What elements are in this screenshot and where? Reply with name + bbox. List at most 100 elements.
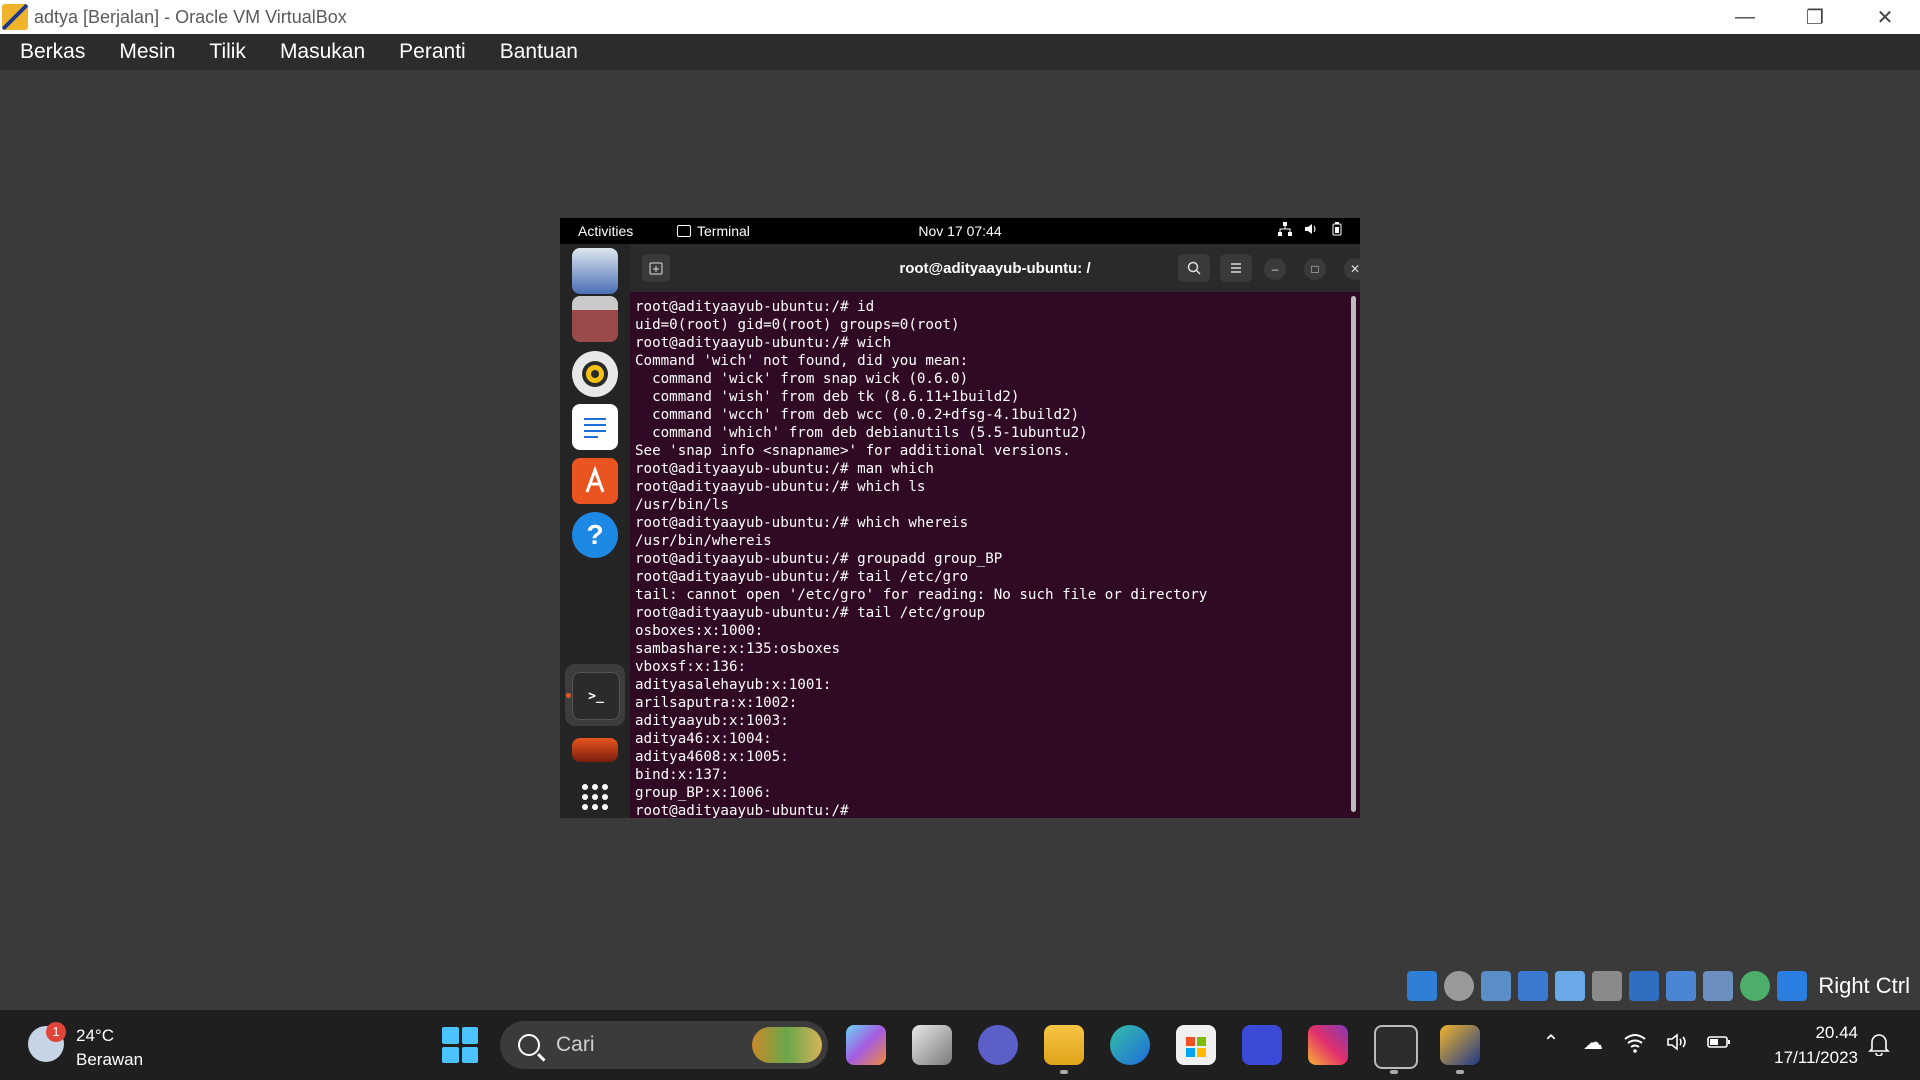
host-key-label: Right Ctrl	[1818, 973, 1910, 998]
menu-peranti[interactable]: Peranti	[385, 40, 480, 64]
show-apps-icon[interactable]	[572, 774, 618, 818]
volume-icon	[1304, 222, 1318, 236]
search-icon	[518, 1034, 540, 1056]
edge-icon[interactable]	[1110, 1025, 1150, 1065]
virtualbox-vm-icon[interactable]	[1440, 1025, 1480, 1065]
hard-disk-icon[interactable]	[1407, 971, 1438, 1001]
optical-drive-icon[interactable]	[1444, 971, 1475, 1001]
gnome-clock[interactable]: Nov 17 07:44	[560, 223, 1360, 239]
minimize-button[interactable]: —	[1710, 0, 1780, 34]
search-highlight-image	[752, 1027, 822, 1063]
terminal-dock-icon[interactable]: >_	[572, 672, 620, 720]
terminal-line: arilsaputra:x:1002:	[635, 695, 798, 711]
terminal-minimize-button[interactable]: –	[1264, 258, 1286, 280]
terminal-line: root@adityaayub-ubuntu:/# which whereis	[635, 515, 969, 531]
terminal-output[interactable]: root@adityaayub-ubuntu:/# id uid=0(root) …	[635, 298, 1207, 818]
taskbar-search[interactable]: Cari	[500, 1021, 828, 1069]
terminal-line: root@adityaayub-ubuntu:/# groupadd group…	[635, 551, 1003, 567]
weather-temperature: 24°C	[76, 1026, 114, 1045]
notification-bell-icon[interactable]	[1868, 1032, 1890, 1057]
menu-mesin[interactable]: Mesin	[105, 40, 189, 64]
terminal-maximize-button[interactable]: □	[1304, 258, 1326, 280]
taskbar-clock[interactable]: 20.44 17/11/2023	[1740, 1020, 1858, 1070]
recording-icon[interactable]	[1666, 971, 1697, 1001]
wifi-icon[interactable]	[1622, 1030, 1648, 1056]
gnome-system-tray[interactable]	[1278, 222, 1344, 236]
menu-berkas[interactable]: Berkas	[6, 40, 99, 64]
terminal-line: aditya4608:x:1005:	[635, 749, 789, 765]
battery-icon[interactable]	[1706, 1030, 1732, 1056]
menu-masukan[interactable]: Masukan	[266, 40, 379, 64]
terminal-line: vboxsf:x:136:	[635, 659, 747, 675]
mouse-integration-icon[interactable]	[1740, 971, 1771, 1001]
files-icon[interactable]	[572, 296, 618, 342]
vm-status-bar: Right Ctrl	[1407, 968, 1910, 1004]
terminal-line: root@adityaayub-ubuntu:/# id	[635, 299, 875, 315]
network-adapter-icon[interactable]	[1518, 971, 1549, 1001]
trash-icon[interactable]	[572, 738, 618, 762]
network-icon	[1278, 222, 1292, 236]
audio-icon[interactable]	[1481, 971, 1512, 1001]
hamburger-icon	[1231, 263, 1241, 273]
hamburger-menu-button[interactable]	[1220, 254, 1252, 282]
taskbar-date: 17/11/2023	[1774, 1048, 1858, 1067]
search-button[interactable]	[1178, 254, 1210, 282]
terminal-line: command 'which' from deb debianutils (5.…	[635, 425, 1088, 441]
chevron-up-icon[interactable]: ⌃	[1538, 1030, 1564, 1056]
terminal-line: root@adityaayub-ubuntu:/# tail /etc/gro	[635, 569, 969, 585]
teams-chat-icon[interactable]	[978, 1025, 1018, 1065]
task-view-icon[interactable]	[912, 1025, 952, 1065]
terminal-line: sambashare:x:135:osboxes	[635, 641, 840, 657]
libreoffice-writer-icon[interactable]	[572, 404, 618, 450]
virtualbox-cube-icon[interactable]	[1374, 1025, 1418, 1069]
instagram-icon[interactable]	[1308, 1025, 1348, 1065]
terminal-line: root@adityaayub-ubuntu:/# wich	[635, 335, 892, 351]
menu-tilik[interactable]: Tilik	[195, 40, 260, 64]
window-titlebar: adtya [Berjalan] - Oracle VM VirtualBox …	[0, 0, 1920, 34]
display-icon[interactable]	[1629, 971, 1660, 1001]
app-icon[interactable]	[1242, 1025, 1282, 1065]
terminal-line: Command 'wich' not found, did you mean:	[635, 353, 969, 369]
weather-badge: 1	[46, 1022, 66, 1042]
terminal-scrollbar[interactable]	[1351, 296, 1356, 812]
terminal-line: /usr/bin/ls	[635, 497, 729, 513]
terminal-line: aditya46:x:1004:	[635, 731, 772, 747]
close-button[interactable]: ✕	[1850, 0, 1920, 34]
file-explorer-icon[interactable]	[1044, 1025, 1084, 1065]
copilot-icon[interactable]	[846, 1025, 886, 1065]
taskbar: 1 24°C Berawan Cari ⌃ ☁ 20.44 17/11/2023	[0, 1010, 1920, 1080]
terminal-line: command 'wish' from deb tk (8.6.11+1buil…	[635, 389, 1020, 405]
thunderbird-icon[interactable]	[572, 248, 618, 294]
rhythmbox-icon[interactable]	[572, 351, 618, 397]
menu-bar: Berkas Mesin Tilik Masukan Peranti Bantu…	[0, 34, 1920, 70]
keyboard-capture-icon[interactable]	[1777, 971, 1808, 1001]
vm-display[interactable]: Activities Terminal Nov 17 07:44 ? >_ ro…	[560, 218, 1360, 818]
terminal-body[interactable]: root@adityaayub-ubuntu:/# id uid=0(root) …	[630, 292, 1360, 818]
weather-widget[interactable]: 1 24°C Berawan	[28, 1022, 168, 1069]
help-icon[interactable]: ?	[572, 512, 618, 558]
terminal-line: group_BP:x:1006:	[635, 785, 772, 801]
terminal-line: /usr/bin/whereis	[635, 533, 772, 549]
terminal-line: adityasalehayub:x:1001:	[635, 677, 832, 693]
vm-running-indicator	[1456, 1070, 1464, 1074]
restore-button[interactable]: ❐	[1780, 0, 1850, 34]
terminal-line: osboxes:x:1000:	[635, 623, 764, 639]
usb-icon[interactable]	[1555, 971, 1586, 1001]
terminal-close-button[interactable]: ✕	[1344, 258, 1360, 280]
search-placeholder: Cari	[556, 1033, 595, 1056]
terminal-headerbar: root@adityaayub-ubuntu: / – □ ✕	[630, 244, 1360, 292]
terminal-line: adityaayub:x:1003:	[635, 713, 789, 729]
speaker-icon[interactable]	[1664, 1030, 1690, 1056]
start-button[interactable]	[442, 1027, 478, 1063]
onedrive-icon[interactable]: ☁	[1580, 1030, 1606, 1056]
windows-logo-icon	[442, 1027, 459, 1044]
ubuntu-software-icon[interactable]	[572, 458, 618, 504]
microsoft-store-icon[interactable]	[1176, 1025, 1216, 1065]
virtualization-icon[interactable]	[1703, 971, 1734, 1001]
menu-bantuan[interactable]: Bantuan	[486, 40, 592, 64]
terminal-line: root@adityaayub-ubuntu:/#	[635, 803, 849, 818]
running-app-dot	[566, 693, 571, 698]
shared-folders-icon[interactable]	[1592, 971, 1623, 1001]
terminal-window: root@adityaayub-ubuntu: / – □ ✕ root@adi…	[630, 244, 1360, 818]
ubuntu-dock: ? >_	[560, 244, 630, 818]
